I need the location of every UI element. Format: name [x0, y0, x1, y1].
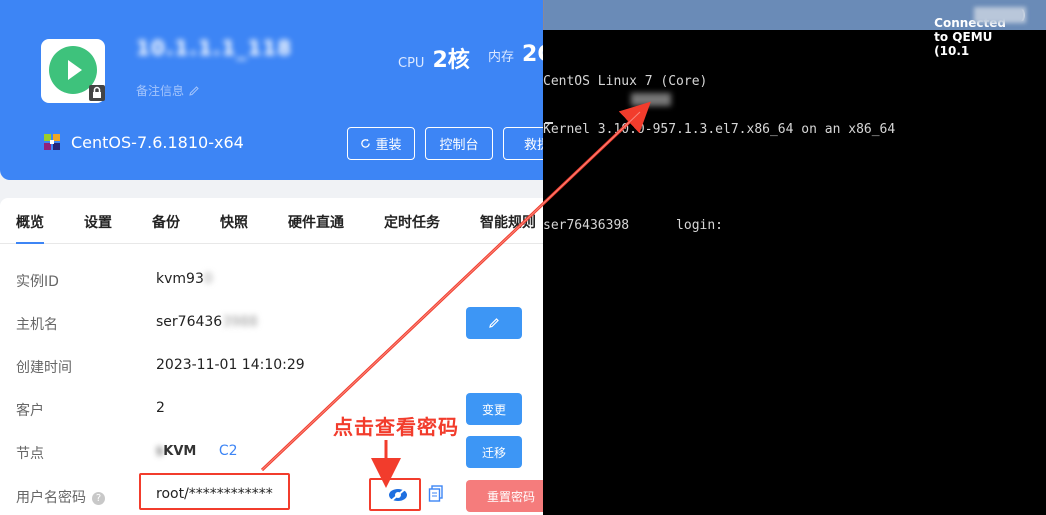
instance-status-icon — [41, 39, 105, 103]
cpu-value: 2核 — [432, 48, 470, 73]
copy-icon[interactable] — [428, 485, 444, 503]
redacted-hostname — [631, 93, 671, 106]
active-tab-indicator — [16, 242, 44, 244]
instance-id-label: 实例ID — [16, 274, 59, 290]
tab-bar: 概览 设置 备份 快照 硬件直通 定时任务 智能规则 — [0, 198, 560, 244]
created-time-label: 创建时间 — [16, 360, 72, 376]
instance-header: 10.1.1.1_118 备注信息 CPU 2核 内存 2G CentOS-7.… — [0, 0, 560, 180]
reinstall-button[interactable]: 重装 — [347, 127, 415, 160]
cpu-stat: CPU 2核 — [398, 42, 470, 74]
node-tag[interactable]: C2 — [219, 443, 238, 459]
hostname-value: ser764363988 — [156, 314, 258, 330]
pencil-icon — [489, 318, 499, 328]
terminal-cursor — [545, 122, 553, 124]
tab-overview[interactable]: 概览 — [16, 212, 44, 232]
created-time-value: 2023-11-01 14:10:29 — [156, 357, 305, 373]
memory-label: 内存 — [488, 50, 515, 65]
node-label: 节点 — [16, 446, 44, 462]
terminal-output: CentOS Linux 7 (Core) Kernel 3.10.0-957.… — [543, 42, 1046, 266]
instance-id-value: kvm930 — [156, 271, 213, 287]
note-label: 备注信息 — [136, 84, 185, 98]
console-label: 控制台 — [439, 137, 479, 152]
annotation-text: 点击查看密码 — [333, 415, 459, 439]
refresh-icon — [361, 138, 371, 148]
customer-label: 客户 — [16, 403, 44, 419]
redacted-ip — [974, 7, 1026, 23]
reinstall-label: 重装 — [375, 137, 402, 152]
terminal-line: Kernel 3.10.0-957.1.3.el7.x86_64 on an x… — [543, 122, 896, 137]
instance-panel: 10.1.1.1_118 备注信息 CPU 2核 内存 2G CentOS-7.… — [0, 0, 560, 515]
userpass-label: 用户名密码? — [16, 487, 105, 507]
terminal-line: CentOS Linux 7 (Core) — [543, 74, 708, 89]
customer-value: 2 — [156, 400, 165, 416]
tab-passthrough[interactable]: 硬件直通 — [288, 212, 344, 232]
tab-settings[interactable]: 设置 — [84, 212, 112, 232]
tab-backup[interactable]: 备份 — [152, 212, 180, 232]
centos-icon — [44, 134, 60, 150]
hostname-label: 主机名 — [16, 317, 58, 333]
pencil-icon[interactable] — [188, 85, 200, 97]
migrate-button[interactable]: 迁移 — [466, 436, 522, 468]
os-info: CentOS-7.6.1810-x64 — [42, 132, 244, 152]
console-status-bar: Connected to QEMU (10.100.00.0) — [543, 0, 1046, 58]
os-name: CentOS-7.6.1810-x64 — [71, 132, 244, 152]
tab-smart-rules[interactable]: 智能规则 — [480, 212, 536, 232]
terminal-line: ser76436398 login: — [543, 218, 724, 233]
instance-name: 10.1.1.1_118 — [136, 36, 293, 60]
console-button[interactable]: 控制台 — [425, 127, 493, 160]
eye-highlight-box — [369, 478, 421, 511]
change-button[interactable]: 变更 — [466, 393, 522, 425]
page: 10.1.1.1_118 备注信息 CPU 2核 内存 2G CentOS-7.… — [0, 0, 1046, 515]
lock-icon — [89, 85, 105, 101]
tab-scheduled-tasks[interactable]: 定时任务 — [384, 212, 440, 232]
note-field[interactable]: 备注信息 — [136, 82, 200, 99]
tab-snapshot[interactable]: 快照 — [220, 212, 248, 232]
vnc-console[interactable]: Connected to QEMU (10.100.00.0) CentOS L… — [543, 0, 1046, 515]
cpu-label: CPU — [398, 56, 425, 71]
edit-hostname-button[interactable] — [466, 307, 522, 339]
password-highlight-box — [139, 473, 290, 510]
node-value: sKVM C2 — [156, 443, 238, 459]
help-icon[interactable]: ? — [92, 491, 105, 505]
